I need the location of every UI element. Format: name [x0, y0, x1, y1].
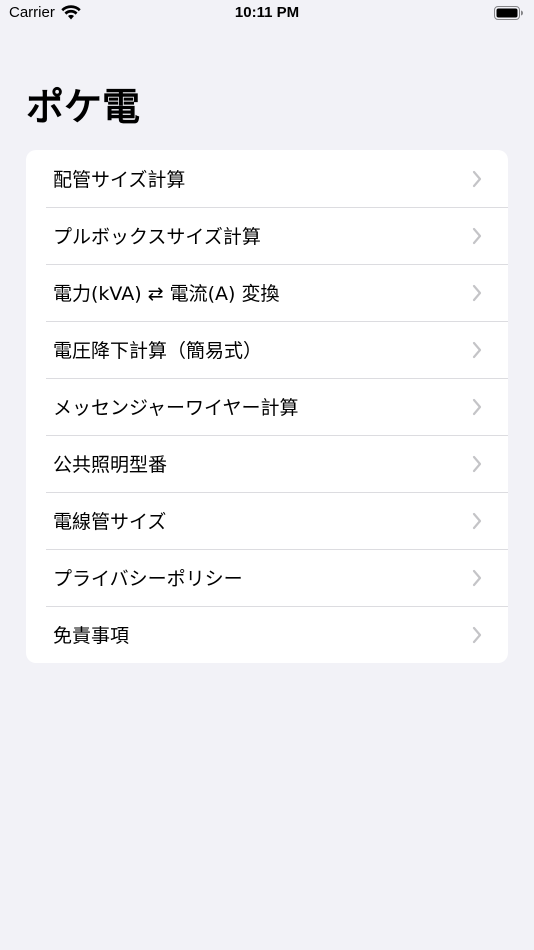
- chevron-right-icon: [472, 569, 482, 586]
- menu-list: 配管サイズ計算 プルボックスサイズ計算 電力(kVA) ⇄ 電流(A) 変換 電…: [26, 150, 508, 663]
- menu-item-conduit-size[interactable]: 電線管サイズ: [26, 492, 508, 549]
- chevron-right-icon: [472, 284, 482, 301]
- menu-item-public-lighting-models[interactable]: 公共照明型番: [26, 435, 508, 492]
- menu-item-label: 電線管サイズ: [53, 511, 167, 533]
- chevron-right-icon: [472, 227, 482, 244]
- chevron-right-icon: [472, 626, 482, 643]
- menu-item-label: 電力(kVA) ⇄ 電流(A) 変換: [53, 283, 280, 305]
- menu-item-label: プルボックスサイズ計算: [53, 226, 261, 248]
- status-bar: Carrier 10:11 PM: [0, 0, 534, 30]
- status-time: 10:11 PM: [234, 4, 300, 21]
- chevron-right-icon: [472, 398, 482, 415]
- chevron-right-icon: [472, 512, 482, 529]
- menu-item-pull-box-size[interactable]: プルボックスサイズ計算: [26, 207, 508, 264]
- chevron-right-icon: [472, 455, 482, 472]
- menu-item-pipe-size[interactable]: 配管サイズ計算: [26, 150, 508, 207]
- menu-item-label: 電圧降下計算（簡易式）: [53, 340, 263, 362]
- menu-item-power-current-conversion[interactable]: 電力(kVA) ⇄ 電流(A) 変換: [26, 264, 508, 321]
- menu-item-voltage-drop[interactable]: 電圧降下計算（簡易式）: [26, 321, 508, 378]
- menu-item-messenger-wire[interactable]: メッセンジャーワイヤー計算: [26, 378, 508, 435]
- chevron-right-icon: [472, 341, 482, 358]
- battery-icon: [494, 6, 523, 20]
- menu-item-label: 公共照明型番: [53, 454, 168, 476]
- menu-item-label: メッセンジャーワイヤー計算: [53, 397, 299, 419]
- menu-item-label: 配管サイズ計算: [53, 169, 186, 191]
- menu-item-privacy-policy[interactable]: プライバシーポリシー: [26, 549, 508, 606]
- menu-item-label: 免責事項: [53, 625, 130, 647]
- menu-item-label: プライバシーポリシー: [53, 568, 243, 590]
- menu-item-disclaimer[interactable]: 免責事項: [26, 606, 508, 663]
- page-title: ポケ電: [26, 85, 141, 129]
- chevron-right-icon: [472, 170, 482, 187]
